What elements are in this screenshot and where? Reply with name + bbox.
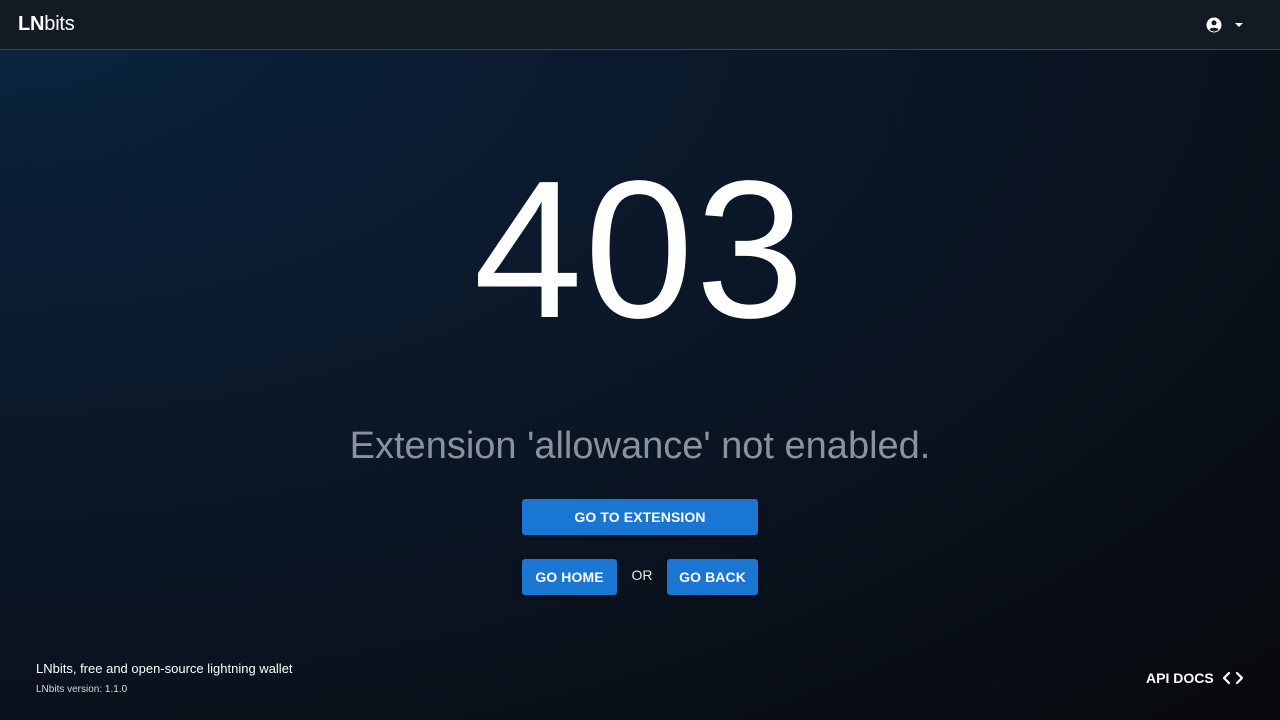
api-docs-label: API DOCS bbox=[1146, 670, 1214, 686]
account-circle-icon bbox=[1204, 15, 1224, 35]
go-back-button[interactable]: GO BACK bbox=[667, 559, 758, 595]
account-menu-button[interactable] bbox=[1204, 10, 1254, 40]
brand-bold: LN bbox=[18, 13, 45, 35]
app-logo[interactable]: LNbits bbox=[18, 12, 75, 36]
go-home-button[interactable]: GO HOME bbox=[522, 559, 617, 595]
error-message: Extension 'allowance' not enabled. bbox=[349, 425, 931, 467]
brand-rest: bits bbox=[44, 13, 75, 35]
api-docs-link[interactable]: API DOCS bbox=[1146, 668, 1244, 688]
footer-version: LNbits version: 1.1.0 bbox=[36, 684, 128, 695]
error-code: 403 bbox=[473, 140, 807, 359]
code-icon bbox=[1222, 670, 1244, 686]
go-to-extension-button[interactable]: GO TO EXTENSION bbox=[522, 499, 758, 535]
top-header: LNbits bbox=[0, 0, 1280, 50]
footer-description: LNbits, free and open-source lightning w… bbox=[36, 661, 293, 676]
caret-down-icon bbox=[1234, 22, 1244, 28]
or-separator: OR bbox=[631, 567, 653, 583]
